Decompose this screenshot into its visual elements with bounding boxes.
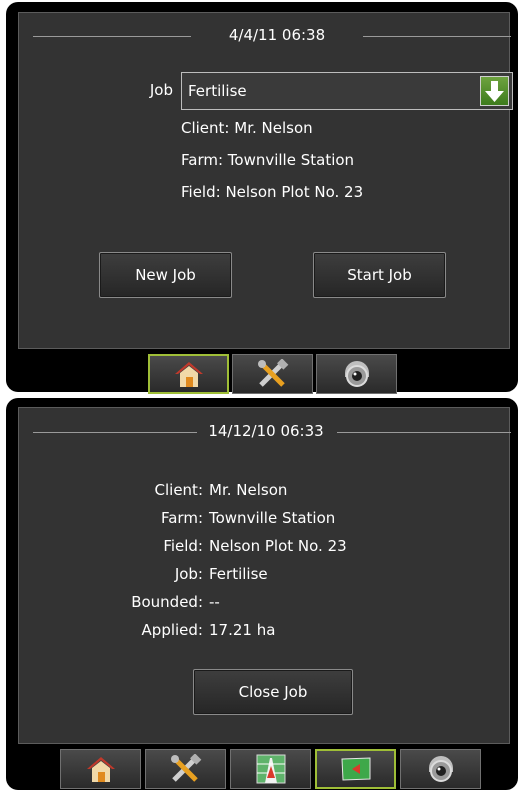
job-value: Fertilise [209, 565, 268, 583]
datetime: 4/4/11 06:38 [228, 26, 326, 44]
job-select-panel: 4/4/11 06:38 Job Fertilise Client: Mr. N… [6, 2, 518, 394]
header-divider [363, 36, 511, 37]
job-select-screen: 4/4/11 06:38 Job Fertilise Client: Mr. N… [18, 12, 513, 349]
tab-camera[interactable] [400, 749, 481, 789]
field-info: Field: Nelson Plot No. 23 [181, 183, 364, 201]
tab-tools[interactable] [232, 354, 313, 394]
tools-icon [170, 754, 201, 782]
job-dropdown[interactable]: Fertilise [181, 72, 513, 110]
client-info: Client: Mr. Nelson [181, 119, 313, 137]
close-job-button[interactable]: Close Job [193, 669, 353, 715]
job-dropdown-value: Fertilise [188, 82, 247, 100]
job-info-screen: 14/12/10 06:33 Client: Mr. Nelson Farm: … [18, 407, 511, 744]
start-job-button[interactable]: Start Job [313, 252, 446, 298]
guidance-icon [256, 754, 285, 784]
job-label: Job [149, 81, 173, 99]
home-icon [174, 362, 203, 387]
arrow-down-icon [485, 81, 504, 102]
tab-home[interactable] [148, 354, 229, 394]
farm-value: Townville Station [209, 509, 336, 527]
client-value: Mr. Nelson [209, 481, 288, 499]
client-label: Client: [154, 481, 203, 499]
job-info-panel: 14/12/10 06:33 Client: Mr. Nelson Farm: … [6, 398, 518, 790]
applied-label: Applied: [141, 621, 203, 639]
dropdown-arrow-button[interactable] [480, 76, 509, 106]
bounded-value: -- [209, 593, 220, 611]
camera-icon [428, 756, 453, 782]
header-divider [33, 36, 191, 37]
tab-camera[interactable] [316, 354, 397, 394]
farm-info: Farm: Townville Station [181, 151, 355, 169]
tab-home[interactable] [60, 749, 141, 789]
bounded-label: Bounded: [131, 593, 203, 611]
job-label: Job: [174, 565, 203, 583]
tools-icon [257, 359, 288, 387]
boundary-icon [340, 757, 370, 781]
applied-value: 17.21 ha [209, 621, 276, 639]
farm-label: Farm: [160, 509, 203, 527]
camera-icon [344, 361, 369, 387]
tab-guidance[interactable] [230, 749, 311, 789]
tab-tools[interactable] [145, 749, 226, 789]
header-divider [337, 432, 511, 433]
field-label: Field: [163, 537, 203, 555]
new-job-button[interactable]: New Job [99, 252, 232, 298]
datetime: 14/12/10 06:33 [208, 422, 324, 440]
tab-boundary[interactable] [315, 749, 396, 789]
header-divider [33, 432, 197, 433]
home-icon [86, 757, 115, 782]
field-value: Nelson Plot No. 23 [209, 537, 347, 555]
